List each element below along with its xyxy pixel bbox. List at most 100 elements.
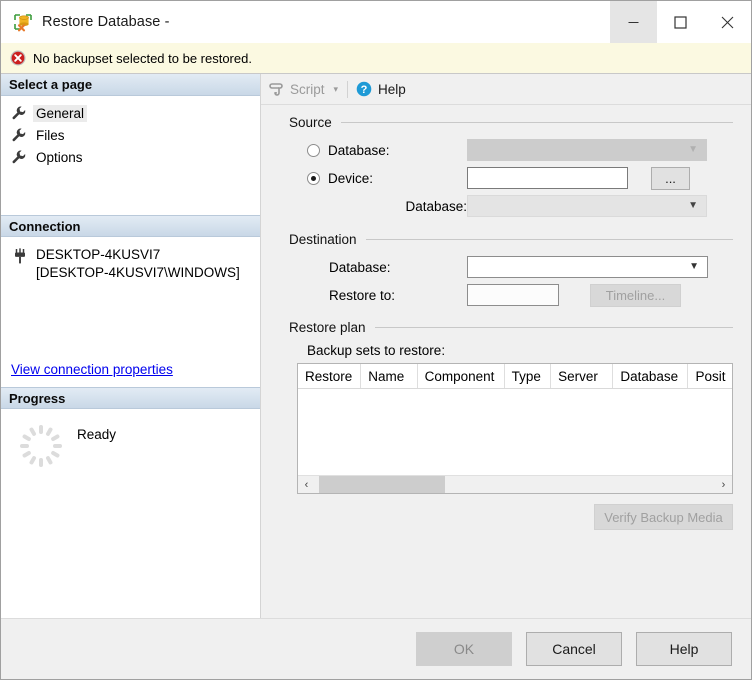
progress-header: Progress	[1, 386, 260, 409]
sidebar-item-general[interactable]: General	[1, 102, 260, 124]
destination-database-row: Database: ▼	[307, 253, 733, 281]
connection-server: DESKTOP-4KUSVI7	[36, 246, 161, 262]
restore-database-dialog: Restore Database - No backupset selected…	[0, 0, 752, 680]
destination-group: Destination Database: ▼ Restore to: Time…	[289, 232, 733, 309]
destination-database-combo[interactable]: ▼	[467, 256, 708, 278]
help-button[interactable]: ? Help	[356, 81, 406, 97]
backup-sets-table[interactable]: Restore Name Component Type Server Datab…	[297, 363, 733, 494]
source-database-radio[interactable]: Database:	[307, 143, 467, 158]
svg-text:?: ?	[361, 84, 368, 96]
source-device-database-label: Database:	[405, 198, 467, 214]
source-device-database-combo[interactable]: ▼	[467, 195, 707, 217]
restore-plan-group-header: Restore plan	[289, 320, 733, 335]
connection-user: [DESKTOP-4KUSVI7\WINDOWS]	[36, 264, 240, 280]
sidebar-item-label: Files	[36, 127, 65, 143]
timeline-button: Timeline...	[590, 283, 681, 307]
dialog-footer: OK Cancel Help	[1, 618, 751, 679]
source-device-input[interactable]	[467, 167, 628, 189]
source-group-header: Source	[289, 115, 733, 130]
source-database-label: Database:	[328, 142, 390, 158]
progress-panel: Ready	[1, 408, 260, 506]
connection-info: DESKTOP-4KUSVI7 [DESKTOP-4KUSVI7\WINDOWS…	[11, 246, 252, 282]
plug-icon	[11, 247, 29, 265]
restore-plan-group: Restore plan Backup sets to restore: Res…	[289, 320, 733, 530]
left-panel-filler	[1, 505, 260, 618]
radio-indicator	[307, 171, 320, 185]
general-page-content: Source Database: ▼ Device: ... Database:…	[261, 105, 751, 618]
title-bar: Restore Database -	[1, 1, 751, 43]
left-panel: Select a page General Files Options Conn…	[1, 74, 261, 618]
source-device-radio[interactable]: Device:	[307, 171, 467, 186]
connection-header: Connection	[1, 214, 260, 237]
source-group-label: Source	[289, 115, 332, 130]
sidebar-item-files[interactable]: Files	[1, 124, 260, 146]
script-icon	[268, 81, 285, 98]
sidebar-item-label: Options	[36, 149, 83, 165]
source-device-database-row: Database: ▼	[307, 192, 733, 220]
column-header-component[interactable]: Component	[418, 364, 505, 388]
progress-status: Ready	[77, 426, 117, 442]
page-list: General Files Options	[1, 96, 260, 215]
group-divider-line	[374, 327, 733, 328]
script-button[interactable]: Script ▾	[268, 81, 338, 98]
scroll-right-arrow-icon[interactable]: ›	[715, 476, 732, 493]
chevron-down-icon: ▼	[688, 200, 698, 211]
table-body[interactable]	[298, 389, 732, 475]
column-header-name[interactable]: Name	[361, 364, 418, 388]
destination-group-header: Destination	[289, 232, 733, 247]
column-header-type[interactable]: Type	[505, 364, 552, 388]
verify-row: Verify Backup Media	[289, 504, 733, 530]
help-footer-button[interactable]: Help	[636, 632, 732, 666]
sidebar-item-options[interactable]: Options	[1, 146, 260, 168]
toolbar-divider	[347, 80, 349, 98]
radio-indicator	[307, 143, 320, 157]
wrench-icon	[11, 149, 27, 165]
column-header-position[interactable]: Posit	[688, 364, 732, 388]
connection-text: DESKTOP-4KUSVI7 [DESKTOP-4KUSVI7\WINDOWS…	[36, 246, 240, 282]
chevron-down-icon[interactable]: ▾	[334, 84, 339, 95]
destination-restore-to-label: Restore to:	[329, 287, 396, 303]
source-device-row: Device: ...	[307, 164, 733, 192]
scroll-left-arrow-icon[interactable]: ‹	[298, 476, 315, 493]
minimize-button[interactable]	[610, 1, 657, 43]
restore-plan-group-label: Restore plan	[289, 320, 366, 335]
column-header-server[interactable]: Server	[551, 364, 614, 388]
wrench-icon	[11, 127, 27, 143]
backup-sets-label: Backup sets to restore:	[307, 343, 446, 358]
source-database-row: Database: ▼	[307, 136, 733, 164]
column-header-restore[interactable]: Restore	[298, 364, 362, 388]
script-label: Script	[290, 81, 325, 97]
scrollbar-track[interactable]	[315, 476, 715, 493]
source-device-label: Device:	[328, 170, 374, 186]
table-horizontal-scrollbar[interactable]: ‹ ›	[298, 475, 732, 493]
spinner-icon	[17, 422, 65, 470]
close-button[interactable]	[704, 1, 751, 43]
error-banner: No backupset selected to be restored.	[1, 43, 751, 74]
scrollbar-thumb[interactable]	[319, 476, 445, 493]
browse-device-button[interactable]: ...	[651, 166, 690, 190]
source-database-combo: ▼	[467, 139, 707, 161]
destination-group-label: Destination	[289, 232, 357, 247]
window-title: Restore Database -	[42, 14, 170, 30]
dialog-body: Select a page General Files Options Conn…	[1, 74, 751, 618]
verify-backup-media-button: Verify Backup Media	[594, 504, 733, 530]
table-header-row: Restore Name Component Type Server Datab…	[298, 364, 732, 389]
database-restore-icon	[13, 12, 33, 32]
wrench-icon	[11, 105, 27, 121]
group-divider-line	[340, 122, 733, 123]
group-divider-line	[365, 239, 733, 240]
error-message: No backupset selected to be restored.	[33, 50, 252, 66]
column-header-database[interactable]: Database	[613, 364, 689, 388]
sidebar-item-label: General	[33, 104, 88, 122]
select-a-page-header: Select a page	[1, 74, 260, 96]
ok-button: OK	[416, 632, 512, 666]
error-icon	[10, 50, 26, 66]
cancel-button[interactable]: Cancel	[526, 632, 622, 666]
help-label: Help	[378, 81, 406, 97]
view-connection-properties-link[interactable]: View connection properties	[11, 362, 173, 377]
chevron-down-icon: ▼	[688, 144, 698, 155]
destination-restore-to-row: Restore to: Timeline...	[307, 281, 733, 309]
chevron-down-icon: ▼	[689, 261, 699, 272]
maximize-button[interactable]	[657, 1, 704, 43]
restore-to-input[interactable]	[467, 284, 559, 306]
